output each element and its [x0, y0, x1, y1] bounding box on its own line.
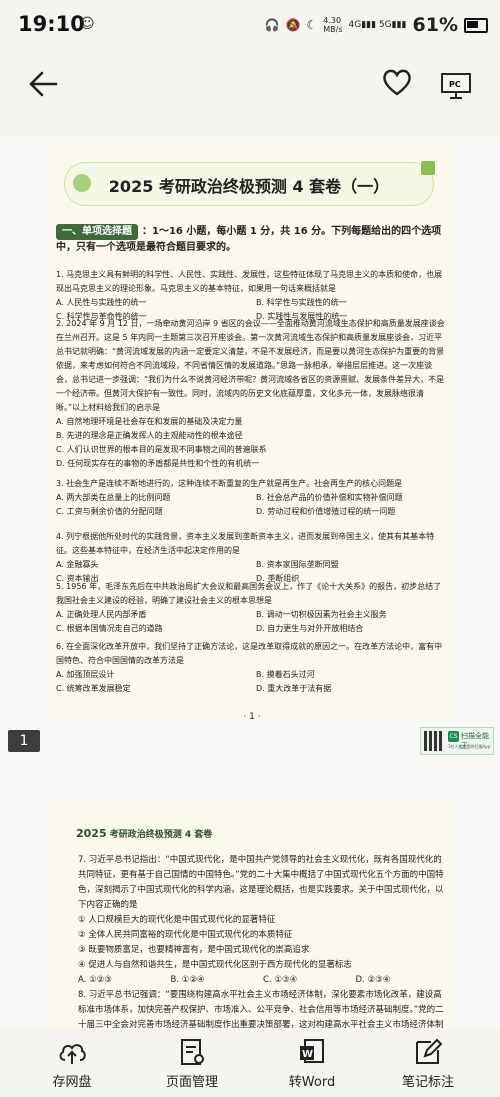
save-to-cloud-button[interactable]: 存网盘	[22, 1030, 122, 1097]
option-item: A. 正确处理人民内部矛盾	[56, 610, 147, 619]
q7-item: ② 全体人民共同富裕的现代化是中国式现代化的本质特征	[78, 930, 293, 940]
question-stem: 2. 2024 年 9 月 12 日，一场牵动黄河沿岸 9 省区的会议——全面推…	[56, 319, 445, 412]
option-item: B. 摸着石头过河	[256, 670, 315, 679]
bottom-nav-label: 笔记标注	[401, 1075, 454, 1090]
q7-item: ① 人口规模巨大的现代化是中国式现代化的显著特征	[78, 915, 276, 925]
option-item: A. 金融寡头	[56, 560, 99, 569]
section-heading: 一、单项选择题 ：1～16 小题，每小题 1 分，共 16 分。下列每题给出的四个…	[56, 224, 448, 256]
option-item: A. 两大部类在总量上的比例问题	[56, 493, 171, 502]
note-edit-icon	[416, 1038, 443, 1064]
option-item: A. 加强顶层设计	[56, 670, 115, 679]
bottom-nav-label: 转Word	[288, 1075, 336, 1090]
question-2: 2. 2024 年 9 月 12 日，一场牵动黄河沿岸 9 省区的会议——全面推…	[56, 317, 448, 471]
status-time: 19:10	[18, 12, 85, 36]
pc-transfer-icon[interactable]: PC	[440, 72, 472, 100]
option-item: D. 劳动过程和价值增殖过程的统一问题	[256, 507, 396, 516]
bottom-nav: 存网盘 页面管理 W 转Word 笔记标注	[0, 1030, 500, 1097]
page2-header: 2025 考研政治终极预测 4 套卷	[76, 827, 212, 840]
option-item: B. 资本家国际垄断同盟	[256, 560, 339, 569]
battery-icon	[464, 17, 488, 33]
option-item: D. 任何现实存在的事物的矛盾都是共性和个性的有机统一	[56, 459, 260, 468]
option-item: A. 自然地理环境是社会存在和发展的基础及决定力量	[56, 417, 243, 426]
document-page-1: 2025 考研政治终极预测 4 套卷（一） 一、单项选择题 ：1～16 小题，每小…	[48, 140, 456, 722]
status-right: 🎧 🔕 ☾ 4.30 MB/s 4G▮▮▮ 5G▮▮▮ 61%	[265, 14, 488, 36]
option-item: C. 统筹改革发展稳定	[56, 684, 131, 693]
headphone-icon: 🎧	[264, 18, 280, 32]
question-stem: 1. 马克思主义具有鲜明的科学性、人民性、实践性、发展性，这些特征体现了马克思主…	[56, 270, 443, 293]
question-options: A. 两大部类在总量上的比例问题 B. 社会总产品的价值补偿和实物补偿问题 C. 工…	[56, 491, 448, 519]
option-item: D. 重大改革于法有据	[256, 684, 332, 693]
section-tag: 一、单项选择题	[56, 224, 138, 240]
question-options: A. 自然地理环境是社会存在和发展的基础及决定力量 B. 先进的理念是正确发挥人的…	[56, 415, 448, 471]
qr-code-icon	[424, 731, 444, 751]
page2-header-text: 考研政治终极预测 4 套卷	[106, 830, 213, 840]
q7-option: A. ①②③	[78, 975, 112, 985]
svg-text:PC: PC	[449, 80, 461, 89]
page-number: · 1 ·	[243, 712, 261, 722]
question-7: 7. 习近平总书记指出：“中国式现代化，是中国共产党领导的社会主义现代化，既有各…	[78, 853, 448, 1033]
convert-word-button[interactable]: W 转Word	[262, 1030, 362, 1097]
net-speed: 4.30 MB/s	[323, 16, 343, 34]
option-item: A. 人民性与实践性的统一	[56, 298, 147, 307]
question-3: 3. 社会生产是连续不断地进行的，这种连续不断重复的生产就是再生产。社会再生产的…	[56, 477, 448, 519]
option-item: C. 根据本国情况走自己的道路	[56, 624, 163, 633]
q7-option: B. ①②④	[170, 975, 205, 985]
paper-title: 2025 考研政治终极预测 4 套卷（一）	[108, 177, 390, 196]
question-stem: 3. 社会生产是连续不断地进行的，这种连续不断重复的生产就是再生产。社会再生产的…	[56, 479, 403, 488]
mute-icon: 🔕	[285, 18, 301, 32]
option-item: B. 调动一切积极因素为社会主义服务	[256, 610, 387, 619]
watermark-sub: 3亿人都在用的扫描App	[448, 744, 491, 749]
word-convert-icon: W	[300, 1039, 324, 1063]
page-manage-icon	[181, 1039, 204, 1065]
q7-options: A. ①②③ B. ①②④ C. ①③④ D. ②③④	[78, 973, 448, 988]
q7-item: ③ 既要物质富足，也要精神富有，是中国式现代化的崇高追求	[78, 945, 310, 955]
question-7-stem: 7. 习近平总书记指出：“中国式现代化，是中国共产党领导的社会主义现代化，既有各…	[78, 855, 444, 910]
question-5: 5. 1956 年，毛泽东先后在中共政治局扩大会议和最高国务会议上，作了《论十大…	[56, 580, 448, 636]
document-page-2: 2025 考研政治终极预测 4 套卷 7. 习近平总书记指出：“中国式现代化，是…	[48, 803, 456, 1030]
option-item: B. 社会总产品的价值补偿和实物补偿问题	[256, 493, 403, 502]
option-item: B. 先进的理念是正确发挥人的主观能动性的根本途径	[56, 431, 243, 440]
bottom-nav-label: 存网盘	[52, 1075, 92, 1090]
page-manage-button[interactable]: 页面管理	[142, 1030, 242, 1097]
option-item: B. 科学性与实践性的统一	[256, 298, 347, 307]
question-6: 6. 在全面深化改革开放中，我们坚持了正确方法论，这是改革取得成就的原因之一。在…	[56, 640, 448, 696]
svg-text:W: W	[302, 1049, 313, 1060]
question-stem: 6. 在全面深化改革开放中，我们坚持了正确方法论，这是改革取得成就的原因之一。在…	[56, 642, 443, 665]
moon-icon: ☾	[306, 18, 318, 32]
favorite-heart-icon[interactable]	[382, 68, 412, 104]
note-annotate-button[interactable]: 笔记标注	[378, 1030, 478, 1097]
question-options: A. 加强顶层设计 B. 摸着石头过河 C. 统筹改革发展稳定 D. 重大改革于法有据	[56, 668, 448, 696]
wechat-notification-icon: ☺	[80, 16, 95, 32]
question-stem: 4. 列宁根据他所处时代的实践背景，资本主义发展到垄断资本主义，进而发展到帝国主…	[56, 532, 435, 555]
camscanner-watermark: CS 扫描全能王 3亿人都在用的扫描App	[420, 727, 494, 755]
back-arrow-icon[interactable]	[28, 70, 58, 105]
camscanner-logo: CS	[448, 731, 459, 742]
question-4: 4. 列宁根据他所处时代的实践背景，资本主义发展到垄断资本主义，进而发展到帝国主…	[56, 530, 448, 586]
signal-icon: 4G▮▮▮ 5G▮▮▮	[348, 20, 407, 30]
paper-title-banner: 2025 考研政治终极预测 4 套卷（一）	[64, 161, 435, 206]
top-toolbar: PC	[0, 50, 500, 135]
question-1: 1. 马克思主义具有鲜明的科学性、人民性、实践性、发展性，这些特征体现了马克思主…	[56, 268, 448, 324]
question-options: A. 正确处理人民内部矛盾 B. 调动一切积极因素为社会主义服务 C. 根据本国情况…	[56, 608, 448, 636]
battery-percent: 61%	[412, 14, 458, 36]
cloud-upload-icon	[59, 1044, 86, 1064]
question-stem: 5. 1956 年，毛泽东先后在中共政治局扩大会议和最高国务会议上，作了《论十大…	[56, 582, 442, 605]
question-8-stem: 8. 习近平总书记强调：“要围绕构建高水平社会主义市场经济体制，深化要素市场化改…	[78, 990, 444, 1030]
q7-item: ④ 促进人与自然和谐共生，是中国式现代化区别于西方现代化的显著标志	[78, 960, 352, 970]
page2-header-year: 2025	[76, 827, 107, 840]
option-item: D. 自力更生与对外开放相结合	[256, 624, 364, 633]
bottom-nav-label: 页面管理	[165, 1075, 218, 1090]
option-item: C. 工资与剩余价值的分配问题	[56, 507, 163, 516]
page-index-badge: 1	[8, 730, 40, 752]
q7-option: C. ①③④	[263, 975, 298, 985]
q7-option: D. ②③④	[355, 975, 391, 985]
status-bar: 19:10 ☺ 🎧 🔕 ☾ 4.30 MB/s 4G▮▮▮ 5G▮▮▮ 61%	[0, 0, 500, 50]
option-item: C. 人们认识世界的根本目的是发现不同事物之间的普遍联系	[56, 445, 267, 454]
